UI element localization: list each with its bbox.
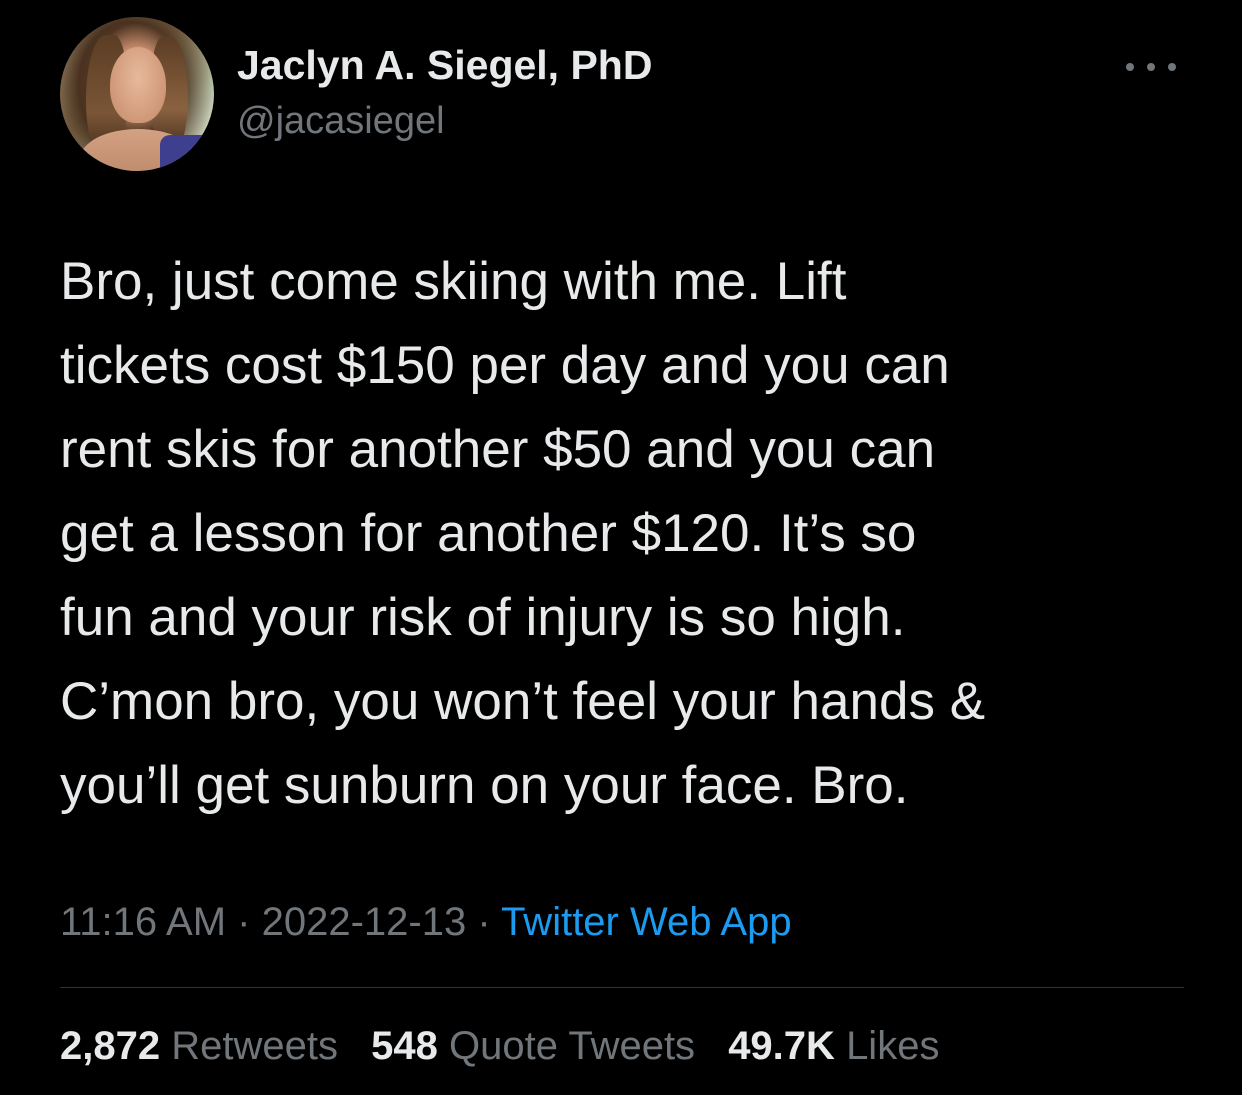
quote-tweets-label: Quote Tweets [448, 1024, 696, 1068]
tweet-stats: 2,872 Retweets 548 Quote Tweets 49.7K Li… [60, 1024, 961, 1069]
tweet-text: Bro, just come skiing with me. Lift tick… [60, 240, 1210, 828]
quote-tweets-stat[interactable]: 548 Quote Tweets [371, 1024, 695, 1069]
divider [60, 987, 1184, 988]
tweet-source-link[interactable]: Twitter Web App [501, 900, 792, 944]
meta-separator: · [477, 900, 491, 944]
ellipsis-dot [1147, 63, 1155, 71]
avatar-face [110, 47, 166, 123]
author-display-name[interactable]: Jaclyn A. Siegel, PhD [237, 42, 652, 89]
ellipsis-icon[interactable] [1126, 52, 1176, 82]
retweets-count: 2,872 [60, 1024, 161, 1068]
quote-tweets-count: 548 [371, 1024, 438, 1068]
tweet-meta: 11:16 AM · 2022-12-13 · Twitter Web App [60, 900, 792, 945]
author-handle[interactable]: @jacasiegel [237, 100, 445, 143]
tweet-time[interactable]: 11:16 AM [60, 900, 226, 944]
likes-stat[interactable]: 49.7K Likes [728, 1024, 939, 1069]
ellipsis-dot [1168, 63, 1176, 71]
retweets-label: Retweets [171, 1024, 338, 1068]
ellipsis-dot [1126, 63, 1134, 71]
meta-separator: · [237, 900, 251, 944]
likes-count: 49.7K [728, 1024, 835, 1068]
tweet-text-line: fun and your risk of injury is so high. [60, 588, 906, 647]
tweet-date[interactable]: 2022-12-13 [262, 900, 467, 944]
tweet-text-line: you’ll get sunburn on your face. Bro. [60, 756, 909, 815]
tweet-text-line: C’mon bro, you won’t feel your hands & [60, 672, 986, 731]
tweet-text-line: get a lesson for another $120. It’s so [60, 504, 917, 563]
retweets-stat[interactable]: 2,872 Retweets [60, 1024, 338, 1069]
tweet-text-line: tickets cost $150 per day and you can [60, 336, 950, 395]
tweet-text-line: Bro, just come skiing with me. Lift [60, 252, 847, 311]
avatar-top [160, 135, 210, 171]
likes-label: Likes [846, 1024, 940, 1068]
avatar[interactable] [60, 17, 214, 171]
tweet-card: Jaclyn A. Siegel, PhD @jacasiegel Bro, j… [0, 0, 1242, 1095]
tweet-text-line: rent skis for another $50 and you can [60, 420, 936, 479]
